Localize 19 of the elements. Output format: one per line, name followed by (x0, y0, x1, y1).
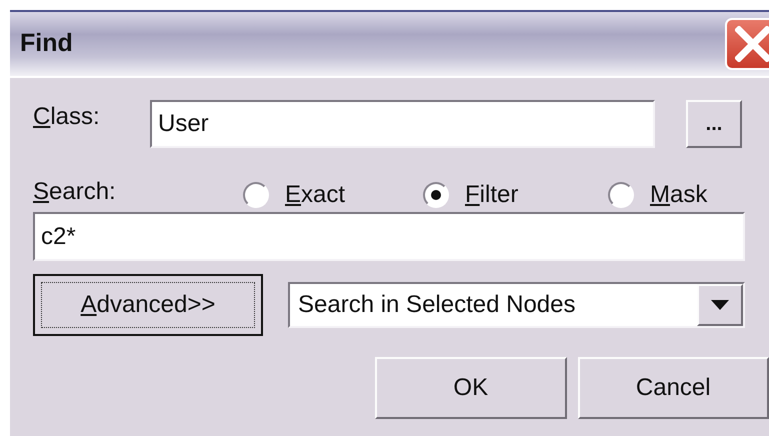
class-label: Class: (33, 102, 101, 132)
radio-label[interactable]: Filter (465, 177, 518, 213)
advanced-button[interactable]: Advanced>> (33, 274, 263, 336)
radio-button[interactable] (423, 182, 449, 208)
browse-button[interactable]: ... (686, 100, 742, 148)
radio-button[interactable] (608, 182, 634, 208)
close-button[interactable] (725, 18, 769, 70)
window-title: Find (20, 28, 73, 60)
search-field[interactable]: c2* (33, 212, 745, 261)
search-label: Search: (33, 177, 117, 207)
dialog-button[interactable]: Cancel (578, 357, 769, 419)
dropdown-arrow-button[interactable] (697, 284, 743, 326)
radio-label[interactable]: Mask (650, 177, 708, 213)
class-field[interactable]: User (150, 100, 655, 148)
caret-icon (711, 300, 729, 310)
scope-dropdown[interactable]: Search in Selected Nodes (288, 282, 745, 328)
dialog-button[interactable]: OK (375, 357, 566, 419)
radio-button[interactable] (243, 182, 269, 208)
radio-label[interactable]: Exact (285, 177, 346, 213)
